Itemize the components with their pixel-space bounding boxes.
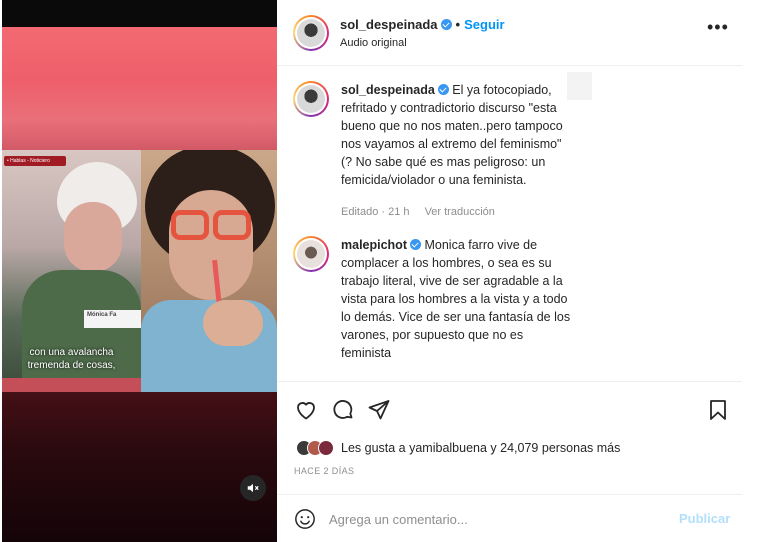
likes-middle: y bbox=[486, 441, 501, 455]
add-comment-bar: Publicar bbox=[277, 494, 742, 542]
comment-icon[interactable] bbox=[331, 398, 355, 422]
heart-icon[interactable] bbox=[294, 398, 318, 422]
comment-username[interactable]: malepichot bbox=[341, 238, 407, 252]
bookmark-icon[interactable] bbox=[706, 398, 730, 422]
comments-list[interactable]: sol_despeinada El ya fotocopiado, refrit… bbox=[277, 67, 742, 380]
likes-prefix: Les gusta a bbox=[341, 441, 410, 455]
likes-user[interactable]: yamibalbuena bbox=[409, 441, 487, 455]
post-header: sol_despeinada • Seguir Audio original ••• bbox=[277, 0, 742, 66]
video-right-panel bbox=[141, 150, 277, 392]
more-icon[interactable]: ••• bbox=[707, 18, 729, 36]
instagram-post-frame: • Hablas - Noticiero Mónica Fa con una a… bbox=[2, 0, 742, 542]
verified-icon bbox=[437, 84, 449, 95]
comment-item: malepichot Monica farro vive de complace… bbox=[293, 236, 593, 376]
post-time-ago[interactable]: HACE 2 DÍAS bbox=[294, 466, 354, 476]
person-face bbox=[64, 202, 122, 272]
likes-summary: Les gusta a yamibalbuena y 24,079 person… bbox=[341, 441, 620, 455]
comment-text: Monica farro vive de complacer a los hom… bbox=[341, 238, 571, 360]
comment-body: sol_despeinada El ya fotocopiado, refrit… bbox=[341, 81, 573, 189]
separator-dot: • bbox=[455, 17, 461, 32]
likes-row[interactable]: Les gusta a yamibalbuena y 24,079 person… bbox=[296, 438, 620, 458]
comment-avatar[interactable] bbox=[293, 236, 329, 272]
emoji-icon[interactable] bbox=[294, 508, 316, 530]
follow-button[interactable]: Seguir bbox=[464, 17, 504, 32]
verified-icon bbox=[410, 239, 421, 250]
person-face bbox=[169, 190, 253, 300]
person-jacket bbox=[22, 270, 141, 392]
comment-username[interactable]: sol_despeinada bbox=[341, 83, 435, 97]
likes-count[interactable]: 24,079 personas más bbox=[500, 441, 620, 455]
video-captions: con una avalancha tremenda de cosas, bbox=[2, 346, 141, 372]
comment-body: malepichot Monica farro vive de complace… bbox=[341, 236, 573, 362]
caption-line-1: con una avalancha bbox=[29, 347, 114, 358]
author-avatar[interactable] bbox=[293, 15, 329, 51]
liker-avatar bbox=[318, 440, 334, 456]
mute-icon bbox=[247, 483, 259, 493]
news-tag: • Hablas - Noticiero bbox=[4, 156, 66, 166]
share-icon[interactable] bbox=[367, 398, 391, 422]
comment-edited: Editado · 21 h bbox=[341, 206, 410, 218]
publish-button[interactable]: Publicar bbox=[679, 511, 730, 526]
glasses bbox=[171, 210, 253, 240]
author-username[interactable]: sol_despeinada bbox=[340, 17, 438, 32]
audio-label[interactable]: Audio original bbox=[340, 37, 407, 49]
comment-avatar[interactable] bbox=[293, 81, 329, 117]
media-top-band bbox=[2, 0, 277, 27]
comment-meta: Editado · 21 h Ver traducción bbox=[341, 206, 507, 218]
post-actions: Les gusta a yamibalbuena y 24,079 person… bbox=[277, 381, 742, 541]
verified-icon bbox=[440, 19, 452, 30]
lower-third-name: Mónica Fa bbox=[84, 310, 141, 328]
comment-text: El ya fotocopiado, refritado y contradic… bbox=[341, 83, 563, 187]
translate-link[interactable]: Ver traducción bbox=[425, 206, 495, 218]
author-line: sol_despeinada • Seguir bbox=[340, 17, 505, 32]
mute-button[interactable] bbox=[240, 475, 266, 501]
video-left-panel: • Hablas - Noticiero Mónica Fa con una a… bbox=[2, 150, 141, 392]
caption-line-2: tremenda de cosas, bbox=[27, 360, 116, 371]
comment-item: sol_despeinada El ya fotocopiado, refrit… bbox=[293, 81, 593, 241]
person-hand bbox=[203, 300, 263, 346]
post-side-panel: sol_despeinada • Seguir Audio original •••… bbox=[277, 0, 742, 542]
comment-input[interactable] bbox=[329, 509, 659, 529]
caption-bar bbox=[2, 378, 141, 392]
post-media[interactable]: • Hablas - Noticiero Mónica Fa con una a… bbox=[2, 0, 277, 542]
